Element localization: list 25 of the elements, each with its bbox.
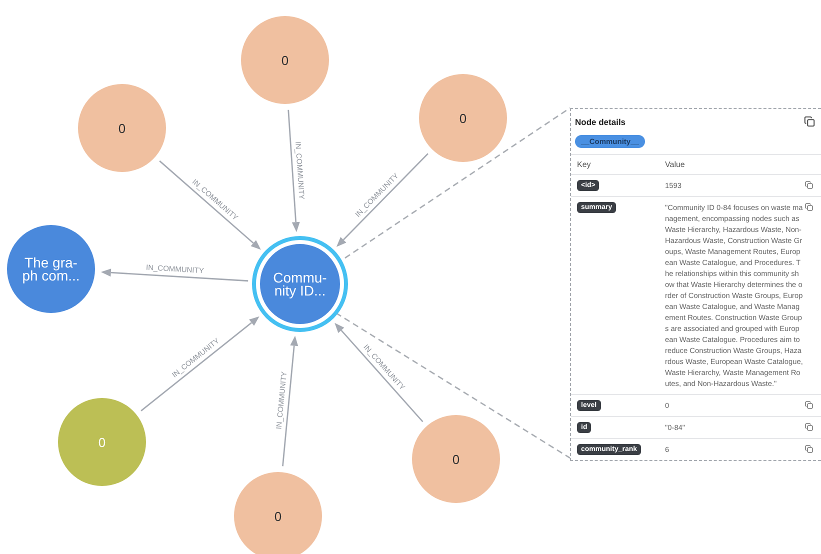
copy-icon[interactable] xyxy=(805,401,813,409)
column-header: Value xyxy=(665,160,686,169)
graph-node[interactable] xyxy=(58,398,146,486)
node-label: 0 xyxy=(452,452,460,467)
graph-node[interactable] xyxy=(78,84,166,172)
node-label: The gra- ph com... xyxy=(22,254,80,284)
node-label: 0 xyxy=(98,435,106,450)
graph-node[interactable] xyxy=(234,472,322,554)
node-label: 0 xyxy=(118,121,126,136)
copy-icon[interactable] xyxy=(805,423,813,431)
copy-icon[interactable] xyxy=(804,116,815,127)
graph-node[interactable] xyxy=(412,415,500,503)
graph-node[interactable] xyxy=(7,225,95,313)
graph-node[interactable] xyxy=(252,236,348,332)
graph-node[interactable] xyxy=(241,16,329,104)
column-header: Key xyxy=(577,160,592,169)
graph-node[interactable] xyxy=(419,74,507,162)
copy-icon[interactable] xyxy=(805,203,813,211)
node-label: 0 xyxy=(274,509,282,524)
copy-icon[interactable] xyxy=(805,181,813,189)
panel-title: Node details xyxy=(575,116,626,126)
node-label: Commu- nity ID... xyxy=(273,270,327,298)
node-label: 0 xyxy=(459,111,467,126)
node-label: 0 xyxy=(281,53,289,68)
copy-icon[interactable] xyxy=(805,445,813,453)
